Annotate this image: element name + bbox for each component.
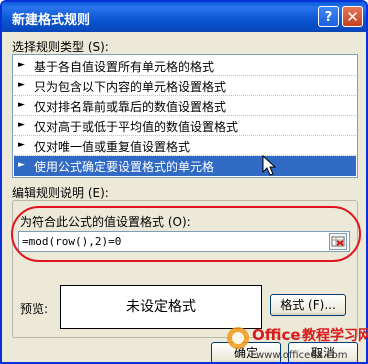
rule-type-item-label: 使用公式确定要设置格式的单元格 (34, 160, 215, 174)
rule-type-list[interactable]: ► 基于各自值设置所有单元格的格式 ► 只为包含以下内容的单元格设置格式 ► 仅… (12, 54, 358, 178)
rule-type-item-label: 只为包含以下内容的单元格设置格式 (34, 80, 227, 94)
format-preview: 未设定格式 (60, 285, 262, 329)
close-button[interactable]: ✕ (342, 6, 363, 27)
bullet-arrow-icon: ► (18, 100, 25, 110)
title-bar[interactable]: 新建格式规则 ? ✕ (2, 2, 366, 32)
rule-type-item-label: 仅对唯一值或重复值设置格式 (34, 140, 191, 154)
new-format-rule-dialog: 新建格式规则 ? ✕ 选择规则类型 (S): ► 基于各自值设置所有单元格的格式… (0, 0, 368, 364)
rule-type-item[interactable]: ► 只为包含以下内容的单元格设置格式 (14, 76, 356, 96)
rule-type-item[interactable]: ► 基于各自值设置所有单元格的格式 (14, 56, 356, 76)
range-select-icon (331, 236, 345, 247)
cancel-button[interactable]: 取消 (288, 342, 358, 362)
rule-type-item-label: 仅对高于或低于平均值的数值设置格式 (34, 120, 239, 134)
formula-input[interactable]: =mod(row(),2)=0 (18, 231, 350, 252)
rule-type-item[interactable]: ► 仅对高于或低于平均值的数值设置格式 (14, 116, 356, 136)
formula-value: =mod(row(),2)=0 (22, 235, 122, 248)
rule-type-item-label: 仅对排名靠前或靠后的数值设置格式 (34, 100, 227, 114)
bullet-arrow-icon: ► (18, 120, 25, 130)
rule-type-item[interactable]: ► 仅对排名靠前或靠后的数值设置格式 (14, 96, 356, 116)
bullet-arrow-icon: ► (18, 160, 25, 170)
bullet-arrow-icon: ► (18, 80, 25, 90)
edit-rule-label: 编辑规则说明 (E): (12, 186, 109, 200)
rule-type-item[interactable]: ► 仅对唯一值或重复值设置格式 (14, 136, 356, 156)
formula-label: 为符合此公式的值设置格式 (O): (20, 215, 191, 229)
preview-label: 预览: (20, 302, 49, 316)
help-button[interactable]: ? (318, 6, 339, 27)
range-select-button[interactable] (329, 233, 347, 250)
bullet-arrow-icon: ► (18, 140, 25, 150)
rule-type-item-selected[interactable]: ► 使用公式确定要设置格式的单元格 (14, 156, 356, 176)
mouse-cursor-icon (262, 155, 277, 176)
ok-button[interactable]: 确定 (211, 342, 281, 362)
bullet-arrow-icon: ► (18, 60, 25, 70)
window-title: 新建格式规则 (12, 13, 91, 28)
rule-type-label: 选择规则类型 (S): (12, 40, 109, 54)
format-button[interactable]: 格式 (F)... (270, 294, 346, 316)
rule-type-item-label: 基于各自值设置所有单元格的格式 (34, 60, 215, 74)
